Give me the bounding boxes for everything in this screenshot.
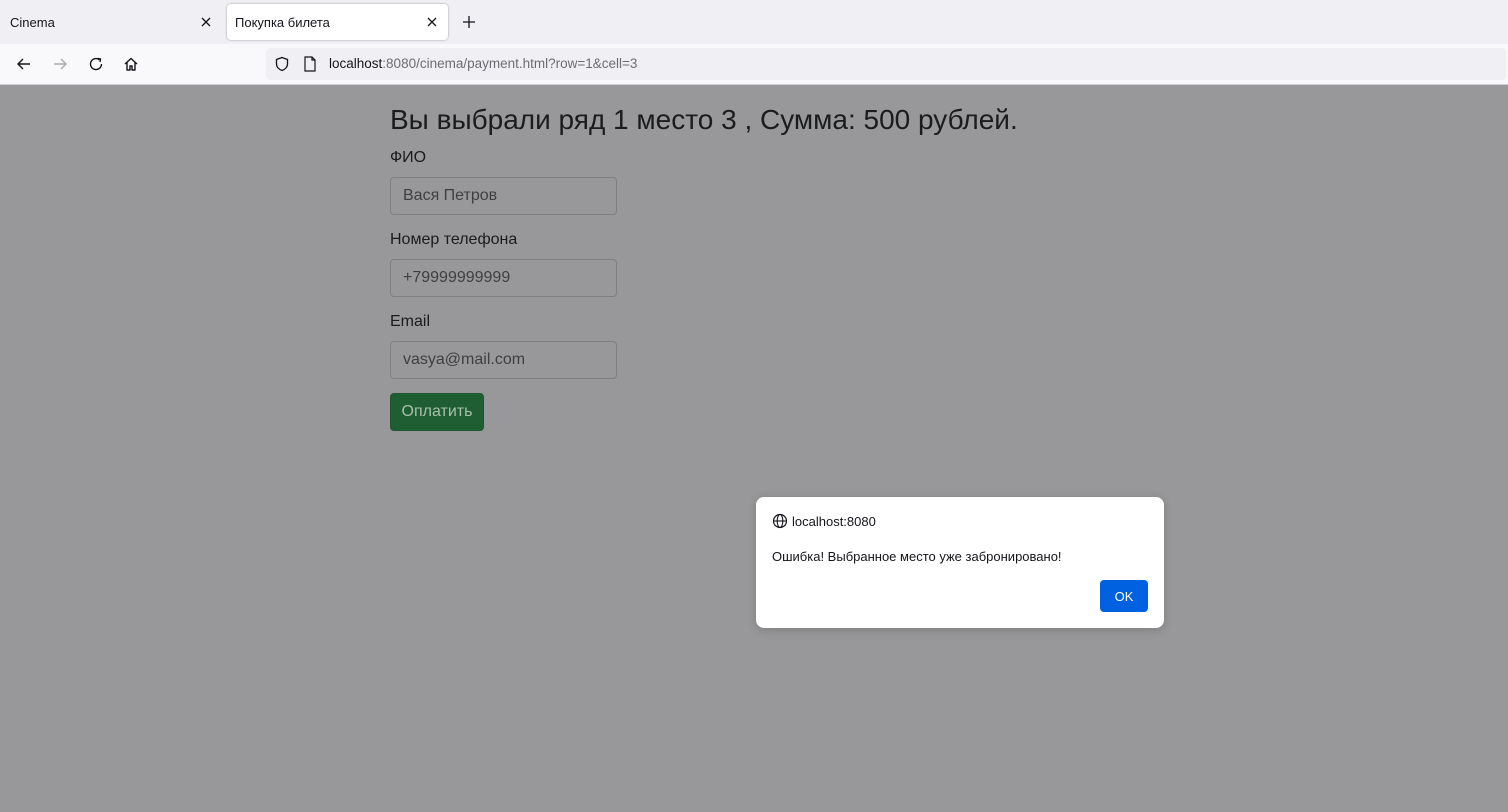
tab-strip: Cinema Покупка билета <box>0 0 1508 44</box>
back-button[interactable] <box>14 54 34 74</box>
reload-icon <box>89 57 103 71</box>
email-input[interactable]: vasya@mail.com <box>390 341 617 379</box>
alert-dialog: localhost:8080 Ошибка! Выбранное место у… <box>756 497 1164 628</box>
plus-icon <box>463 16 475 28</box>
new-tab-button[interactable] <box>460 13 478 31</box>
tab-label: Cinema <box>10 14 55 30</box>
fio-input[interactable]: Вася Петров <box>390 177 617 215</box>
arrow-right-icon <box>54 58 67 70</box>
email-group: Email vasya@mail.com <box>390 311 1090 379</box>
url-text[interactable]: localhost:8080/cinema/payment.html?row=1… <box>329 56 637 71</box>
ok-button[interactable]: OK <box>1100 580 1148 612</box>
url-bar[interactable]: localhost:8080/cinema/payment.html?row=1… <box>266 48 1506 80</box>
home-icon <box>124 57 138 71</box>
forward-button[interactable] <box>50 54 70 74</box>
dialog-message: Ошибка! Выбранное место уже забронирован… <box>772 549 1062 564</box>
home-button[interactable] <box>121 54 141 74</box>
page-icon[interactable] <box>303 56 317 72</box>
url-host: localhost <box>329 56 383 71</box>
phone-group: Номер телефона +79999999999 <box>390 229 1090 297</box>
close-icon[interactable] <box>424 14 440 30</box>
payment-form: Вы выбрали ряд 1 место 3 , Сумма: 500 ру… <box>390 102 1090 431</box>
dialog-origin: localhost:8080 <box>772 513 876 529</box>
phone-input[interactable]: +79999999999 <box>390 259 617 297</box>
email-label: Email <box>390 313 431 330</box>
fio-label: ФИО <box>390 149 427 166</box>
pay-button[interactable]: Оплатить <box>390 393 484 431</box>
phone-label: Номер телефона <box>390 231 518 248</box>
dialog-origin-text: localhost:8080 <box>792 513 876 529</box>
reload-button[interactable] <box>86 54 106 74</box>
fio-group: ФИО Вася Петров <box>390 147 1090 215</box>
arrow-left-icon <box>17 58 30 70</box>
shield-icon[interactable] <box>274 56 290 72</box>
page-title: Вы выбрали ряд 1 место 3 , Сумма: 500 ру… <box>390 104 1018 135</box>
tab-payment[interactable]: Покупка билета <box>227 4 448 40</box>
globe-icon <box>772 513 788 529</box>
url-path: :8080/cinema/payment.html?row=1&cell=3 <box>382 56 638 71</box>
close-icon[interactable] <box>198 14 214 30</box>
tab-cinema[interactable]: Cinema <box>0 4 222 40</box>
tab-label: Покупка билета <box>235 14 330 30</box>
nav-bar: localhost:8080/cinema/payment.html?row=1… <box>0 44 1508 85</box>
